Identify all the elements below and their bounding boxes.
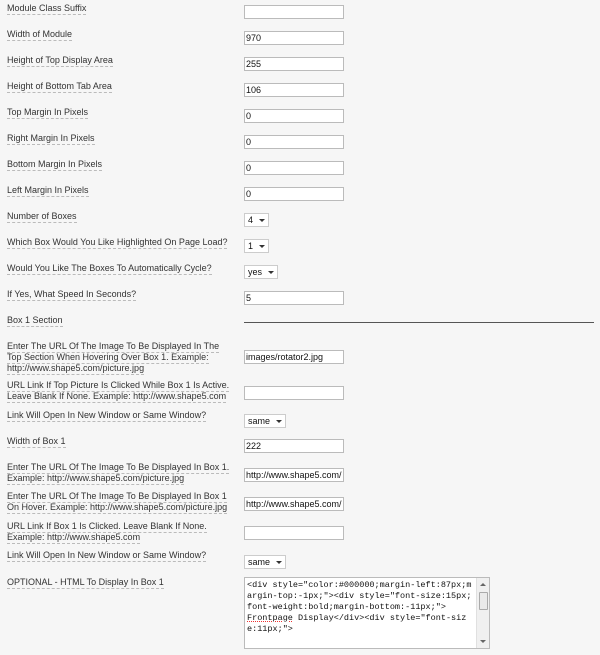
- label-right-margin: Right Margin In Pixels: [7, 133, 95, 145]
- label-box1-html: OPTIONAL - HTML To Display In Box 1: [7, 577, 164, 589]
- chevron-down-icon: [276, 420, 283, 424]
- right-margin-input[interactable]: 0: [244, 135, 344, 149]
- box1-top-link-target-select[interactable]: same: [244, 414, 287, 428]
- scroll-up-arrow-icon[interactable]: [480, 583, 486, 586]
- module-class-suffix-input[interactable]: [244, 5, 344, 19]
- height-bottom-tab-input[interactable]: 106: [244, 83, 344, 97]
- label-box1-image-url: Enter The URL Of The Image To Be Display…: [7, 462, 230, 485]
- highlighted-box-select[interactable]: 1: [244, 239, 270, 253]
- scroll-down-arrow-icon[interactable]: [480, 640, 486, 643]
- left-margin-input[interactable]: 0: [244, 187, 344, 201]
- textarea-content: <div style="color:#000000;margin-left:87…: [247, 580, 472, 634]
- bottom-margin-input[interactable]: 0: [244, 161, 344, 175]
- label-box1-link: URL Link If Box 1 Is Clicked. Leave Blan…: [7, 521, 207, 544]
- label-width-of-module: Width of Module: [7, 29, 73, 41]
- label-module-class-suffix: Module Class Suffix: [7, 3, 87, 15]
- label-height-bottom-tab: Height of Bottom Tab Area: [7, 81, 112, 93]
- box1-top-link-input[interactable]: [244, 386, 344, 400]
- label-highlighted-box: Which Box Would You Like Highlighted On …: [7, 237, 228, 249]
- box1-image-url-input[interactable]: http://www.shape5.com/: [244, 468, 344, 482]
- box1-top-image-url-input[interactable]: images/rotator2.jpg: [244, 350, 344, 364]
- box1-link-input[interactable]: [244, 526, 344, 540]
- width-of-module-input[interactable]: 970: [244, 31, 344, 45]
- label-box1-top-link-target: Link Will Open In New Window or Same Win…: [7, 410, 207, 422]
- chevron-down-icon: [276, 561, 283, 565]
- height-top-display-input[interactable]: 255: [244, 57, 344, 71]
- label-left-margin: Left Margin In Pixels: [7, 185, 89, 197]
- label-top-margin: Top Margin In Pixels: [7, 107, 89, 119]
- auto-cycle-select[interactable]: yes: [244, 265, 279, 279]
- label-height-top-display: Height of Top Display Area: [7, 55, 113, 67]
- cycle-speed-input[interactable]: 5: [244, 291, 344, 305]
- chevron-down-icon: [259, 245, 266, 249]
- top-margin-input[interactable]: 0: [244, 109, 344, 123]
- textarea-scrollbar[interactable]: [476, 578, 489, 648]
- box1-hover-image-url-input[interactable]: http://www.shape5.com/: [244, 497, 344, 511]
- label-box1-link-target: Link Will Open In New Window or Same Win…: [7, 550, 207, 562]
- label-bottom-margin: Bottom Margin In Pixels: [7, 159, 103, 171]
- label-box1-top-link: URL Link If Top Picture Is Clicked While…: [7, 380, 230, 403]
- number-of-boxes-select[interactable]: 4: [244, 213, 270, 227]
- section-divider: [244, 322, 594, 323]
- label-number-of-boxes: Number of Boxes: [7, 211, 77, 223]
- label-box1-top-image-url: Enter The URL Of The Image To Be Display…: [7, 341, 220, 375]
- label-box1-width: Width of Box 1: [7, 436, 66, 448]
- label-cycle-speed: If Yes, What Speed In Seconds?: [7, 289, 137, 301]
- label-auto-cycle: Would You Like The Boxes To Automaticall…: [7, 263, 212, 275]
- label-box1-hover-image-url: Enter The URL Of The Image To Be Display…: [7, 491, 228, 514]
- chevron-down-icon: [259, 219, 266, 223]
- scroll-thumb[interactable]: [479, 592, 488, 610]
- box1-html-textarea[interactable]: <div style="color:#000000;margin-left:87…: [244, 577, 490, 649]
- section-title-box-1: Box 1 Section: [7, 315, 63, 327]
- chevron-down-icon: [268, 271, 275, 275]
- box1-link-target-select[interactable]: same: [244, 555, 287, 569]
- box1-width-input[interactable]: 222: [244, 439, 344, 453]
